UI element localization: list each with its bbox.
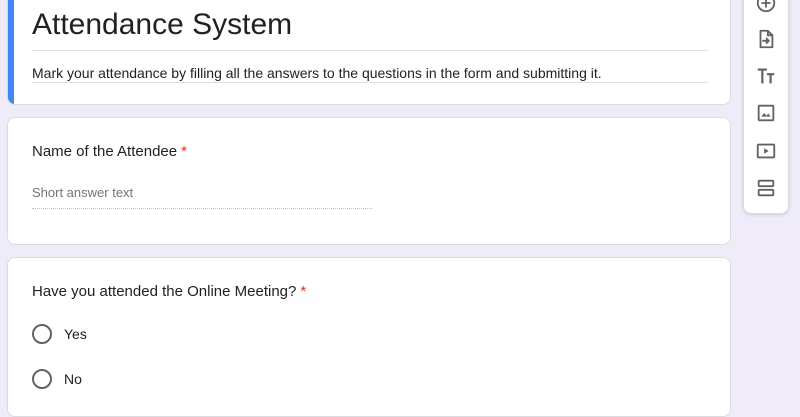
add-section-icon[interactable]	[755, 177, 777, 199]
question-title: Name of the Attendee *	[32, 142, 187, 162]
radio-button[interactable]	[32, 369, 52, 389]
option-label: No	[64, 371, 82, 387]
short-answer-placeholder: Short answer text	[32, 184, 372, 209]
floating-toolbar	[743, 0, 789, 214]
form-header-card: Attendance System Mark your attendance b…	[7, 0, 731, 105]
option-no[interactable]: No	[32, 369, 82, 389]
required-asterisk: *	[181, 143, 187, 160]
question-card-attended[interactable]: Have you attended the Online Meeting? * Y…	[7, 257, 731, 417]
form-title[interactable]: Attendance System	[32, 5, 292, 45]
description-divider	[32, 82, 708, 83]
question-title: Have you attended the Online Meeting? *	[32, 282, 306, 302]
add-question-icon[interactable]	[755, 0, 777, 14]
add-title-icon[interactable]	[755, 65, 777, 87]
required-asterisk: *	[300, 283, 307, 300]
option-yes[interactable]: Yes	[32, 324, 87, 344]
option-label: Yes	[64, 326, 87, 342]
title-divider	[32, 50, 708, 51]
add-video-icon[interactable]	[755, 140, 777, 162]
question-card-name[interactable]: Name of the Attendee * Short answer text	[7, 117, 731, 245]
form-description[interactable]: Mark your attendance by filling all the …	[32, 63, 602, 83]
add-image-icon[interactable]	[755, 102, 777, 124]
question-title-text: Have you attended the Online Meeting?	[32, 283, 297, 300]
import-questions-icon[interactable]	[755, 28, 777, 50]
question-title-text: Name of the Attendee	[32, 143, 178, 160]
header-accent-bar	[8, 0, 14, 104]
radio-button[interactable]	[32, 324, 52, 344]
